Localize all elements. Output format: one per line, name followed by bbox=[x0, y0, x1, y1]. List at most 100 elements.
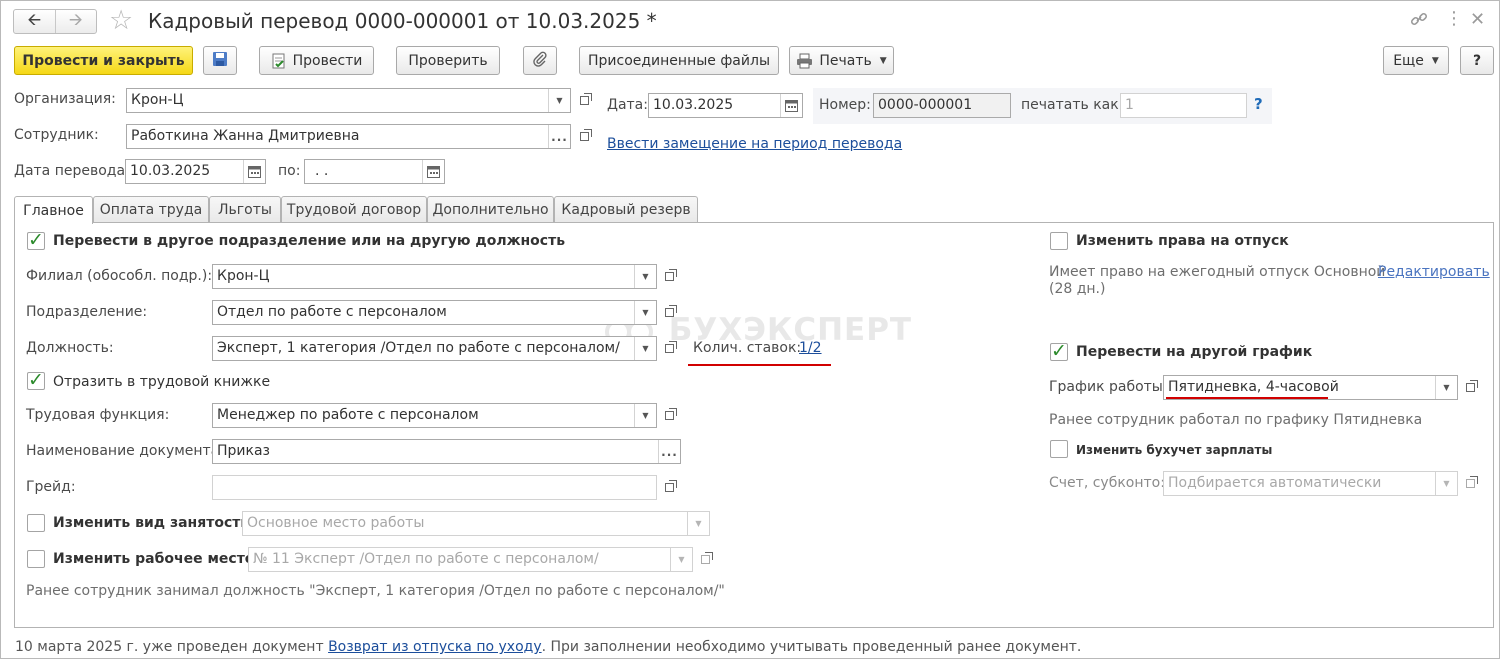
date-field[interactable]: 10.03.2025 bbox=[648, 93, 803, 118]
checkmark-icon: ✓ bbox=[28, 228, 44, 251]
tab-payment[interactable]: Оплата труда bbox=[93, 196, 209, 223]
organization-label: Организация: bbox=[14, 91, 116, 107]
post-label: Провести bbox=[292, 52, 363, 69]
chevron-down-icon[interactable]: ▼ bbox=[634, 265, 656, 288]
footer-document-link[interactable]: Возврат из отпуска по уходу bbox=[328, 639, 542, 655]
highlight-underline bbox=[688, 364, 831, 366]
attached-files-button[interactable]: Присоединенные файлы bbox=[579, 46, 779, 75]
chevron-down-icon[interactable]: ▼ bbox=[634, 337, 656, 360]
open-position-icon[interactable] bbox=[658, 336, 680, 361]
labor-function-field[interactable]: Менеджер по работе с персоналом ▼ bbox=[212, 403, 657, 428]
calendar-icon[interactable] bbox=[780, 94, 802, 117]
save-button[interactable] bbox=[203, 46, 237, 75]
employee-field[interactable]: Работкина Жанна Дмитриевна ... bbox=[126, 124, 571, 149]
chevron-down-icon[interactable]: ▼ bbox=[1435, 472, 1457, 495]
checkmark-icon: ✓ bbox=[28, 368, 44, 391]
workplace-field[interactable]: № 11 Эксперт /Отдел по работе с персонал… bbox=[248, 547, 693, 572]
close-icon[interactable]: ✕ bbox=[1470, 9, 1485, 30]
date-value: 10.03.2025 bbox=[653, 97, 734, 113]
chevron-down-icon[interactable]: ▼ bbox=[548, 89, 570, 112]
print-as-label: печатать как: bbox=[1021, 97, 1124, 113]
number-field[interactable]: 0000-000001 bbox=[873, 93, 1011, 118]
print-button[interactable]: Печать ▼ bbox=[789, 46, 894, 75]
arrow-right-icon[interactable]: 🡪 bbox=[54, 10, 97, 33]
tab-personnel-reserve[interactable]: Кадровый резерв bbox=[554, 196, 698, 223]
transfer-date-value: 10.03.2025 bbox=[130, 163, 211, 179]
employment-type-label: Изменить вид занятости bbox=[53, 515, 251, 531]
employment-type-field[interactable]: Основное место работы ▼ bbox=[242, 511, 710, 536]
open-branch-icon[interactable] bbox=[658, 264, 680, 289]
link-icon[interactable] bbox=[1409, 9, 1429, 34]
post-button[interactable]: Провести bbox=[259, 46, 374, 75]
workplace-checkbox[interactable] bbox=[27, 550, 45, 568]
vacation-checkbox[interactable] bbox=[1050, 232, 1068, 250]
schedule-label: Перевести на другой график bbox=[1076, 344, 1313, 360]
attach-button[interactable] bbox=[523, 46, 557, 75]
footer-prefix: 10 марта 2025 г. уже проведен документ bbox=[15, 639, 329, 655]
chevron-down-icon[interactable]: ▼ bbox=[687, 512, 709, 535]
schedule-checkbox[interactable]: ✓ bbox=[1050, 341, 1068, 361]
tab-benefits[interactable]: Льготы bbox=[209, 196, 281, 223]
attached-files-label: Присоединенные файлы bbox=[587, 52, 770, 69]
chevron-down-icon[interactable]: ▼ bbox=[1435, 376, 1457, 399]
open-account-icon[interactable] bbox=[1459, 471, 1481, 496]
help-button[interactable]: ? bbox=[1460, 46, 1494, 75]
rates-link[interactable]: 1/2 bbox=[799, 340, 822, 356]
edit-link[interactable]: Редактировать bbox=[1378, 264, 1490, 280]
accounting-checkbox[interactable] bbox=[1050, 440, 1068, 458]
transfer-date-field[interactable]: 10.03.2025 bbox=[125, 159, 266, 184]
date-label: Дата: bbox=[607, 97, 648, 113]
employee-value: Работкина Жанна Дмитриевна bbox=[131, 128, 360, 144]
highlight-underline bbox=[1166, 397, 1328, 399]
chevron-down-icon[interactable]: ▼ bbox=[634, 404, 656, 427]
workbook-checkbox[interactable]: ✓ bbox=[27, 368, 45, 391]
substitute-link[interactable]: Ввести замещение на период перевода bbox=[607, 136, 902, 152]
tab-additional[interactable]: Дополнительно bbox=[427, 196, 554, 223]
arrow-left-icon[interactable]: 🡨 bbox=[14, 10, 55, 33]
employment-type-checkbox[interactable] bbox=[27, 514, 45, 532]
select-dots-icon[interactable]: ... bbox=[548, 125, 570, 148]
open-workplace-icon[interactable] bbox=[694, 547, 716, 572]
tab-labor-contract[interactable]: Трудовой договор bbox=[281, 196, 427, 223]
more-button[interactable]: Еще ▼ bbox=[1383, 46, 1449, 75]
transfer-checkbox-label: Перевести в другое подразделение или на … bbox=[53, 233, 566, 249]
chevron-down-icon[interactable]: ▼ bbox=[670, 548, 692, 571]
workplace-label: Изменить рабочее место bbox=[53, 551, 255, 567]
open-organization-icon[interactable] bbox=[573, 88, 595, 113]
chevron-down-icon: ▼ bbox=[879, 55, 887, 66]
check-button[interactable]: Проверить bbox=[396, 46, 500, 75]
open-grade-icon[interactable] bbox=[658, 475, 680, 500]
calendar-icon[interactable] bbox=[422, 160, 444, 183]
tab-main[interactable]: Главное bbox=[14, 196, 93, 224]
more-icon[interactable]: ⋮ bbox=[1445, 8, 1463, 29]
work-schedule-value: Пятидневка, 4-часовой bbox=[1168, 379, 1339, 395]
position-field[interactable]: Эксперт, 1 категория /Отдел по работе с … bbox=[212, 336, 657, 361]
post-and-close-button[interactable]: Провести и закрыть bbox=[14, 46, 193, 75]
organization-value: Крон-Ц bbox=[131, 92, 184, 108]
branch-field[interactable]: Крон-Ц ▼ bbox=[212, 264, 657, 289]
account-label: Счет, субконто: bbox=[1049, 475, 1165, 491]
open-employee-icon[interactable] bbox=[573, 124, 595, 149]
page-title: Кадровый перевод 0000-000001 от 10.03.20… bbox=[148, 9, 657, 33]
workbook-checkbox-label: Отразить в трудовой книжке bbox=[53, 374, 271, 390]
calendar-icon[interactable] bbox=[243, 160, 265, 183]
document-name-field[interactable]: Приказ ... bbox=[212, 439, 681, 464]
organization-field[interactable]: Крон-Ц ▼ bbox=[126, 88, 571, 113]
previous-position-note: Ранее сотрудник занимал должность "Экспе… bbox=[26, 583, 725, 599]
to-date-field[interactable]: . . bbox=[304, 159, 445, 184]
open-department-icon[interactable] bbox=[658, 300, 680, 325]
chevron-down-icon[interactable]: ▼ bbox=[634, 301, 656, 324]
department-field[interactable]: Отдел по работе с персоналом ▼ bbox=[212, 300, 657, 325]
employment-type-value: Основное место работы bbox=[247, 515, 425, 531]
account-field[interactable]: Подбирается автоматически ▼ bbox=[1163, 471, 1458, 496]
open-labor-function-icon[interactable] bbox=[658, 403, 680, 428]
help-icon[interactable]: ? bbox=[1254, 95, 1263, 113]
grade-field[interactable] bbox=[212, 475, 657, 500]
workplace-value: № 11 Эксперт /Отдел по работе с персонал… bbox=[253, 551, 599, 567]
open-work-schedule-icon[interactable] bbox=[1459, 375, 1481, 400]
number-label: Номер: bbox=[819, 97, 871, 113]
select-dots-icon[interactable]: ... bbox=[658, 440, 680, 463]
transfer-checkbox[interactable]: ✓ bbox=[27, 228, 45, 251]
print-as-field[interactable]: 1 bbox=[1120, 93, 1247, 118]
star-icon[interactable]: ☆ bbox=[109, 6, 133, 36]
